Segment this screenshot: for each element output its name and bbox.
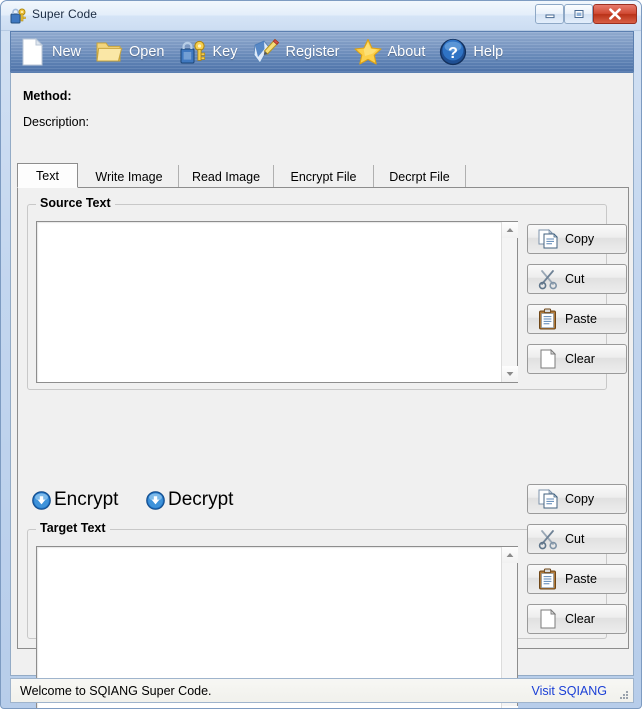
lock-key-icon xyxy=(178,37,208,67)
tab-encrypt-file[interactable]: Encrypt File xyxy=(274,165,374,188)
lock-key-icon xyxy=(10,7,27,24)
maximize-button[interactable] xyxy=(564,4,593,24)
title-bar: Super Code xyxy=(1,1,641,31)
button-label: Copy xyxy=(565,232,595,246)
tab-read-image[interactable]: Read Image xyxy=(179,165,274,188)
method-label: Method: xyxy=(23,89,72,103)
button-label: Cut xyxy=(565,532,585,546)
target-text-legend: Target Text xyxy=(36,521,110,535)
scroll-down-icon[interactable] xyxy=(502,366,518,382)
open-folder-icon xyxy=(94,37,124,67)
tab-write-image[interactable]: Write Image xyxy=(80,165,179,188)
button-label: Clear xyxy=(565,352,595,366)
tab-decrypt-file[interactable]: Decrpt File xyxy=(374,165,466,188)
button-label: Paste xyxy=(565,572,597,586)
tab-strip: Text Write Image Read Image Encrypt File… xyxy=(17,163,629,188)
tab-label: Encrypt File xyxy=(290,169,357,184)
target-clear-button[interactable]: Clear xyxy=(527,604,627,634)
tab-label: Write Image xyxy=(95,169,163,184)
toolbar-label-register: Register xyxy=(285,44,340,60)
blue-down-arrow-icon xyxy=(146,490,165,510)
tab-page-text: Source Text Copy Cut Paste Clear Encrypt… xyxy=(17,187,629,708)
tab-label: Read Image xyxy=(191,169,261,184)
register-pencil-icon xyxy=(251,37,281,67)
toolbar-label-key: Key xyxy=(212,44,238,60)
close-icon xyxy=(594,5,636,23)
source-paste-button[interactable]: Paste xyxy=(527,304,627,334)
toolbar-button-open[interactable]: Open xyxy=(88,33,171,72)
clipboard-icon xyxy=(537,568,559,590)
target-copy-button[interactable]: Copy xyxy=(527,484,627,514)
button-label: Copy xyxy=(565,492,595,506)
maximize-icon xyxy=(565,5,592,23)
decrypt-label: Decrypt xyxy=(168,489,234,510)
toolbar-button-register[interactable]: Register xyxy=(245,33,347,72)
toolbar-button-help[interactable]: ? Help xyxy=(432,33,510,72)
source-text-scrollbar[interactable] xyxy=(501,222,518,382)
tab-label: Decrpt File xyxy=(389,169,450,184)
copy-icon xyxy=(537,488,559,510)
scroll-up-icon[interactable] xyxy=(502,222,518,238)
window-title: Super Code xyxy=(32,7,98,21)
toolbar-label-open: Open xyxy=(129,44,165,60)
button-label: Paste xyxy=(565,312,597,326)
source-cut-button[interactable]: Cut xyxy=(527,264,627,294)
toolbar-button-key[interactable]: Key xyxy=(172,33,245,72)
application-window: Super Code New Open Key Register About ?… xyxy=(0,0,642,709)
toolbar-label-about: About xyxy=(387,44,426,60)
tab-text[interactable]: Text xyxy=(17,163,78,188)
encrypt-label: Encrypt xyxy=(54,489,119,510)
clipboard-icon xyxy=(537,308,559,330)
blank-page-icon xyxy=(537,608,559,630)
source-clear-button[interactable]: Clear xyxy=(527,344,627,374)
encrypt-button[interactable]: Encrypt xyxy=(32,487,118,513)
copy-icon xyxy=(537,228,559,250)
source-text-legend: Source Text xyxy=(36,196,115,210)
status-message: Welcome to SQIANG Super Code. xyxy=(20,683,212,698)
toolbar: New Open Key Register About ? Help xyxy=(10,31,634,72)
scroll-up-icon[interactable] xyxy=(502,547,518,563)
visit-sqiang-link[interactable]: Visit SQIANG xyxy=(532,684,607,698)
tab-label: Text xyxy=(36,168,59,183)
target-cut-button[interactable]: Cut xyxy=(527,524,627,554)
source-copy-button[interactable]: Copy xyxy=(527,224,627,254)
scissors-icon xyxy=(537,528,559,550)
star-icon xyxy=(353,37,383,67)
toolbar-button-new[interactable]: New xyxy=(11,33,88,72)
question-mark-icon: ? xyxy=(438,37,468,67)
description-label: Description: xyxy=(23,115,89,129)
blue-down-arrow-icon xyxy=(32,490,51,510)
resize-grip[interactable] xyxy=(617,687,629,699)
button-label: Clear xyxy=(565,612,595,626)
minimize-button[interactable] xyxy=(535,4,564,24)
minimize-icon xyxy=(536,5,563,23)
toolbar-label-help: Help xyxy=(473,44,504,60)
decrypt-button[interactable]: Decrypt xyxy=(146,487,233,513)
toolbar-label-new: New xyxy=(52,44,82,60)
svg-text:?: ? xyxy=(449,45,459,62)
close-button[interactable] xyxy=(593,4,637,24)
toolbar-button-about[interactable]: About xyxy=(347,33,433,72)
button-label: Cut xyxy=(565,272,585,286)
scissors-icon xyxy=(537,268,559,290)
blank-page-icon xyxy=(537,348,559,370)
status-bar: Welcome to SQIANG Super Code. Visit SQIA… xyxy=(10,678,634,703)
new-page-icon xyxy=(17,37,47,67)
source-text-input[interactable] xyxy=(36,221,518,383)
target-paste-button[interactable]: Paste xyxy=(527,564,627,594)
client-area: Method: Description: Text Write Image Re… xyxy=(10,72,634,708)
